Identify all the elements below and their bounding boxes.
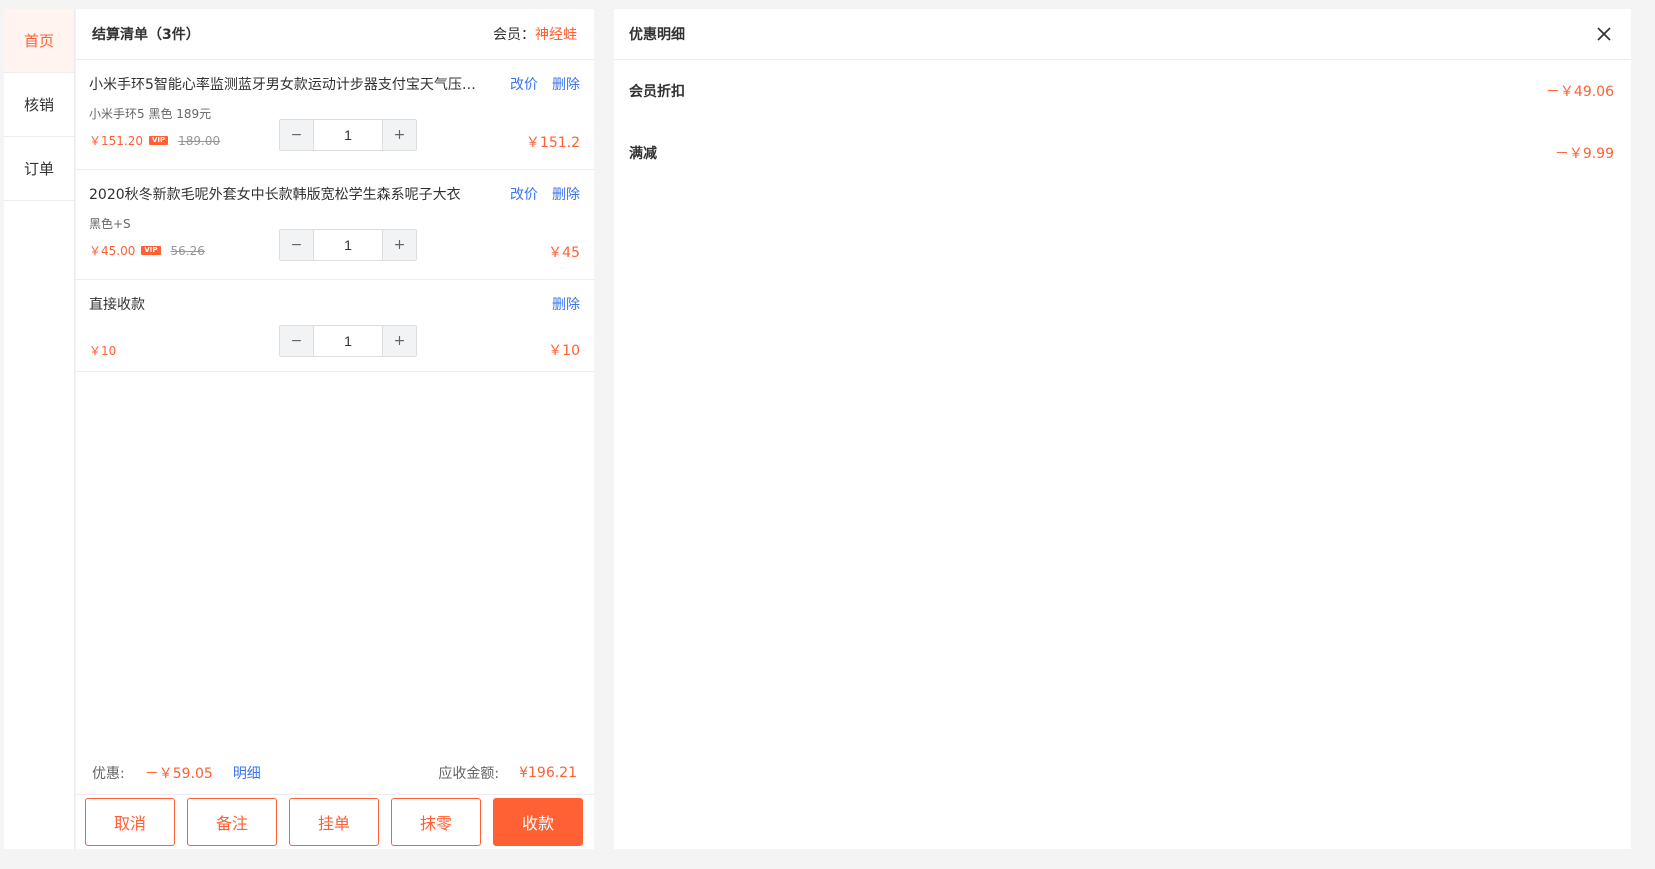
item-price-line: ￥10 (89, 342, 116, 359)
sidebar-item-orders[interactable]: 订单 (4, 137, 74, 201)
quantity-stepper: − + (279, 325, 417, 357)
amount-due-label: 应收金额: (438, 766, 500, 782)
vip-badge: VIP (149, 136, 169, 145)
decrease-button[interactable]: − (280, 230, 313, 260)
amount-due-value: ¥196.21 (519, 765, 577, 781)
increase-button[interactable]: + (383, 120, 416, 150)
change-price-button[interactable]: 改价 (510, 74, 538, 94)
quantity-stepper: − + (279, 229, 417, 261)
detail-title: 优惠明细 (629, 27, 685, 43)
item-price-line: ￥151.20 VIP 189.00 (89, 132, 220, 149)
item-original-price: 189.00 (178, 133, 221, 148)
checkout-summary: 优惠: －￥59.05 明细 应收金额: ¥196.21 (76, 752, 594, 794)
item-original-price: 56.26 (170, 243, 205, 258)
detail-row: 会员折扣 －￥49.06 (614, 60, 1631, 122)
cart-item: 直接收款 删除 ￥10 − + ￥10 (76, 280, 594, 372)
checkout-header: 结算清单（3件） 会员：神经蛙 (76, 9, 594, 60)
detail-row-label: 满减 (629, 146, 657, 162)
decrease-button[interactable]: − (280, 120, 313, 150)
detail-row-label: 会员折扣 (629, 84, 685, 100)
cancel-button[interactable]: 取消 (85, 798, 175, 846)
item-price: ￥45.00 (89, 244, 136, 258)
checkout-title: 结算清单（3件） (92, 27, 200, 43)
member-name[interactable]: 神经蛙 (535, 27, 577, 43)
cart-item: 2020秋冬新款毛呢外套女中长款韩版宽松学生森系呢子大衣 改价 删除 黑色+S … (76, 170, 594, 280)
increase-button[interactable]: + (383, 326, 416, 356)
change-price-button[interactable]: 改价 (510, 184, 538, 204)
discount-detail-panel: 优惠明细 会员折扣 －￥49.06 满减 －￥9.99 (614, 9, 1631, 849)
cart-item: 小米手环5智能心率监测蓝牙男女款运动计步器支付宝天气压力检测防水 改价 删除 小… (76, 60, 594, 170)
item-sku: 小米手环5 黑色 189元 (89, 107, 212, 121)
detail-header: 优惠明细 (614, 9, 1631, 60)
note-button[interactable]: 备注 (187, 798, 277, 846)
item-subtotal: ￥45 (548, 245, 580, 261)
detail-row-value: －￥49.06 (1545, 84, 1614, 100)
item-actions: 改价 删除 (510, 74, 580, 94)
discount-amount: －￥59.05 (144, 766, 213, 782)
item-actions: 改价 删除 (510, 184, 580, 204)
action-bar: 取消 备注 挂单 抹零 收款 (76, 794, 594, 849)
discount-label: 优惠: (92, 766, 125, 782)
item-price: ￥10 (89, 344, 117, 358)
round-off-button[interactable]: 抹零 (391, 798, 481, 846)
detail-row: 满减 －￥9.99 (614, 122, 1631, 184)
sidebar-item-home[interactable]: 首页 (4, 9, 74, 73)
quantity-input[interactable] (313, 120, 383, 150)
delete-button[interactable]: 删除 (552, 74, 580, 94)
sidebar-item-verify[interactable]: 核销 (4, 73, 74, 137)
item-name: 2020秋冬新款毛呢外套女中长款韩版宽松学生森系呢子大衣 (89, 187, 461, 203)
sidebar-nav: 首页 核销 订单 (4, 9, 75, 849)
item-subtotal: ￥151.2 (525, 135, 580, 151)
hold-order-button[interactable]: 挂单 (289, 798, 379, 846)
quantity-input[interactable] (313, 230, 383, 260)
delete-button[interactable]: 删除 (552, 294, 580, 314)
collect-payment-button[interactable]: 收款 (493, 798, 583, 846)
item-actions: 删除 (552, 294, 580, 314)
item-sku: 黑色+S (89, 217, 131, 231)
quantity-input[interactable] (313, 326, 383, 356)
amount-due-summary: 应收金额: ¥196.21 (438, 763, 577, 783)
item-price-line: ￥45.00 VIP 56.26 (89, 242, 205, 259)
item-name: 直接收款 (89, 297, 145, 313)
item-subtotal: ￥10 (548, 343, 580, 359)
member-label: 会员： (493, 27, 535, 43)
vip-badge: VIP (141, 246, 161, 255)
delete-button[interactable]: 删除 (552, 184, 580, 204)
discount-detail-link[interactable]: 明细 (233, 763, 261, 783)
close-icon[interactable] (1594, 24, 1614, 44)
detail-row-value: －￥9.99 (1554, 146, 1614, 162)
item-price: ￥151.20 (89, 134, 143, 148)
decrease-button[interactable]: − (280, 326, 313, 356)
member-info: 会员：神经蛙 (493, 24, 577, 44)
quantity-stepper: − + (279, 119, 417, 151)
item-name: 小米手环5智能心率监测蓝牙男女款运动计步器支付宝天气压力检测防水 (89, 77, 489, 93)
checkout-list-panel: 结算清单（3件） 会员：神经蛙 小米手环5智能心率监测蓝牙男女款运动计步器支付宝… (76, 9, 594, 849)
increase-button[interactable]: + (383, 230, 416, 260)
discount-summary: 优惠: －￥59.05 明细 (92, 763, 261, 783)
